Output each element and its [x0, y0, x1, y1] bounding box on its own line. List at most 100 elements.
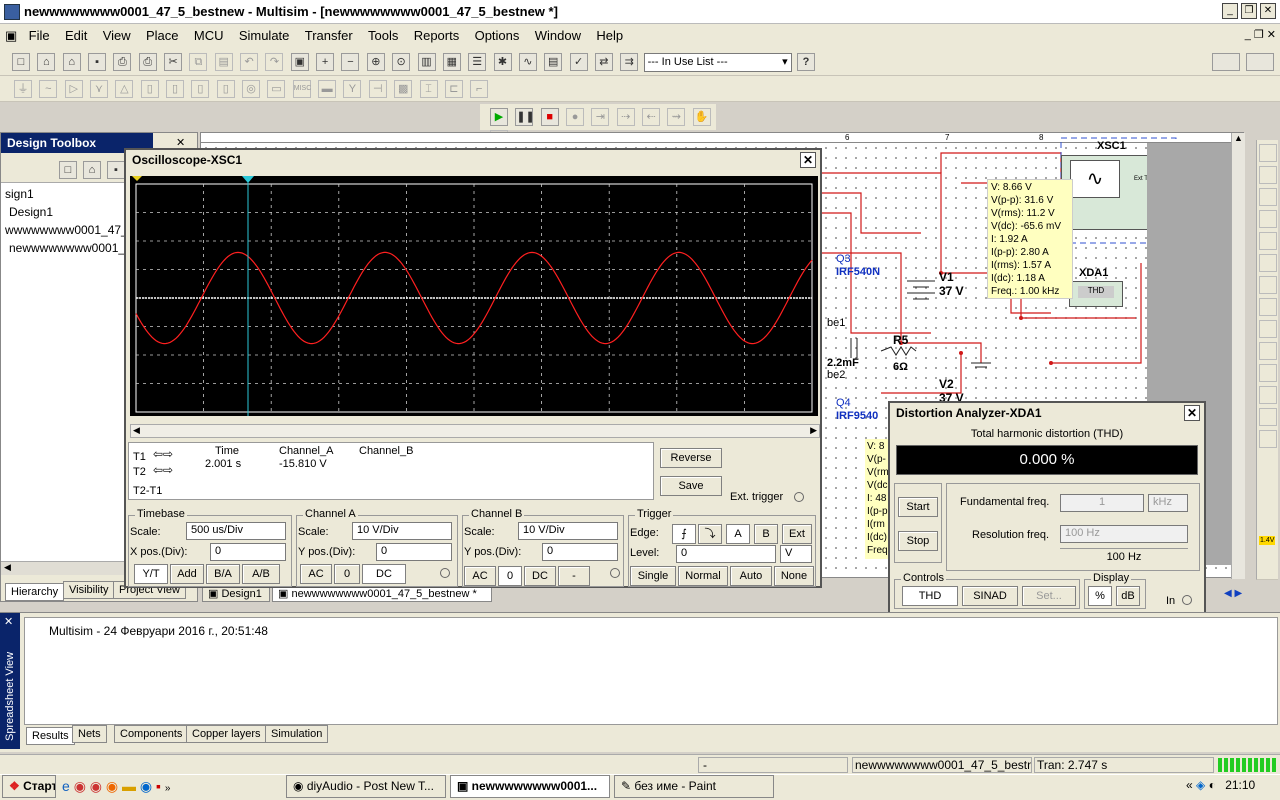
place-source-icon[interactable]: ⏚ [14, 80, 32, 98]
menu-mcu[interactable]: MCU [188, 24, 230, 47]
tab-scroll-arrows[interactable]: ◀ ▶ [1224, 588, 1242, 599]
instrument-panel-icon[interactable] [1246, 53, 1274, 71]
zoom-out-icon[interactable]: − [341, 53, 360, 71]
logic-converter-icon[interactable] [1259, 342, 1277, 360]
place-ttl-icon[interactable]: ▯ [140, 80, 159, 98]
four-channel-scope-icon[interactable] [1259, 232, 1277, 250]
wattmeter-icon[interactable] [1259, 188, 1277, 206]
folder-icon[interactable]: ▬ [122, 778, 136, 794]
menu-help[interactable]: Help [590, 24, 629, 47]
function-generator-icon[interactable] [1259, 166, 1277, 184]
distortion-close-icon[interactable]: ✕ [1184, 405, 1200, 421]
logic-analyzer-icon[interactable] [1259, 320, 1277, 338]
place-advanced-icon[interactable]: ▬ [318, 80, 337, 98]
firefox-icon[interactable]: ◉ [106, 778, 118, 794]
taskbar-item-multisim[interactable]: ▣ newwwwwwww0001... [450, 775, 610, 798]
trigger-normal-button[interactable]: Normal [678, 566, 728, 586]
menu-edit[interactable]: Edit [59, 24, 93, 47]
trigger-b-button[interactable]: B [754, 524, 778, 544]
place-diode-icon[interactable]: ▷ [64, 80, 83, 98]
menu-file[interactable]: File [23, 24, 56, 47]
falling-edge-icon[interactable]: ⤵ [698, 524, 722, 544]
db-button[interactable]: dB [1116, 586, 1140, 606]
pause-icon[interactable]: ❚❚ [515, 108, 535, 126]
stop-button[interactable]: Stop [898, 531, 938, 551]
pdf-icon[interactable]: ▪ [156, 778, 161, 794]
open-sample-icon[interactable]: ⌂ [62, 53, 81, 71]
channel-b-scale-field[interactable]: 10 V/Div [518, 522, 618, 540]
fullscreen-icon[interactable]: ▣ [290, 53, 309, 71]
channel-b-minus-button[interactable]: - [558, 566, 590, 586]
reverse-button[interactable]: Reverse [660, 448, 722, 468]
save-icon[interactable]: ▪ [88, 53, 107, 71]
trigger-single-button[interactable]: Single [630, 566, 676, 586]
minimize-button[interactable]: _ [1222, 3, 1238, 19]
start-button[interactable]: Start [898, 497, 938, 517]
channel-a-dc-button[interactable]: DC [362, 564, 406, 584]
zoom-in-icon[interactable]: + [316, 53, 335, 71]
maximize-button[interactable]: ❐ [1241, 3, 1257, 19]
oscilloscope-icon[interactable] [1259, 210, 1277, 228]
tree-item[interactable]: sign1 [1, 185, 129, 203]
component-wizard-icon[interactable]: ✱ [493, 53, 512, 71]
print-icon[interactable]: ⎙ [113, 53, 132, 71]
place-misc-digital-icon[interactable]: ▯ [191, 80, 210, 98]
t1-arrows[interactable]: ⇦⇨ [153, 447, 173, 461]
spreadsheet-icon[interactable]: ▦ [442, 53, 461, 71]
place-wire-icon[interactable]: ⌐ [470, 80, 489, 98]
place-mcu-icon[interactable]: ▩ [394, 80, 413, 98]
doc-window-controls[interactable]: _ ❐ ✕ [1245, 28, 1276, 41]
oscilloscope-close-icon[interactable]: ✕ [800, 152, 816, 168]
volume-icon[interactable]: ◐ [1209, 778, 1216, 792]
tree-item[interactable]: wwwwwwww0001_47_ [1, 221, 129, 239]
toolbox-new-icon[interactable]: □ [59, 161, 77, 179]
taskbar-item-diyaudio[interactable]: ◉ diyAudio - Post New T... [286, 775, 446, 798]
tray-expand-icon[interactable]: « [1186, 778, 1193, 792]
toggle-breakpoint-icon[interactable]: ✋ [692, 108, 711, 126]
xda1-symbol[interactable]: THD [1069, 281, 1123, 307]
ie-icon[interactable]: e [62, 778, 70, 794]
trigger-a-button[interactable]: A [726, 524, 750, 544]
print-preview-icon[interactable]: ⎙ [138, 53, 157, 71]
canvas-vscroll[interactable]: ▲ [1231, 133, 1245, 579]
xpos-field[interactable]: 0 [210, 543, 286, 561]
input-terminal[interactable] [1182, 595, 1192, 605]
channel-a-ac-button[interactable]: AC [300, 564, 332, 584]
tree-item[interactable]: Design1 [1, 203, 129, 221]
grapher-icon[interactable]: ∿ [518, 53, 537, 71]
step-into-icon[interactable]: ⇥ [591, 108, 610, 126]
trigger-none-button[interactable]: None [774, 566, 814, 586]
chrome2-icon[interactable]: ◉ [90, 778, 102, 794]
place-cmos-icon[interactable]: ▯ [166, 80, 185, 98]
multimeter-icon[interactable] [1259, 144, 1277, 162]
trigger-ext-button[interactable]: Ext [782, 524, 812, 544]
yt-button[interactable]: Y/T [134, 564, 168, 584]
channel-a-scale-field[interactable]: 10 V/Div [352, 522, 452, 540]
erc-icon[interactable]: ✓ [569, 53, 588, 71]
tab-results[interactable]: Results [26, 727, 75, 745]
word-generator-icon[interactable] [1259, 298, 1277, 316]
tab-components[interactable]: Components [114, 725, 189, 743]
t2-arrows[interactable]: ⇦⇨ [153, 463, 173, 477]
counter-icon[interactable] [1259, 276, 1277, 294]
media-icon[interactable]: ◉ [140, 778, 152, 794]
zoom-area-icon[interactable]: ⊕ [366, 53, 385, 71]
network-analyzer-icon[interactable] [1259, 430, 1277, 448]
chrome-icon[interactable]: ◉ [74, 778, 86, 794]
distortion-analyzer-icon[interactable] [1259, 386, 1277, 404]
close-button[interactable]: ✕ [1260, 3, 1276, 19]
menu-transfer[interactable]: Transfer [299, 24, 359, 47]
cut-icon[interactable]: ✂ [164, 53, 183, 71]
tree-item[interactable]: newwwwwwww0001_ [1, 239, 129, 257]
place-misc-icon[interactable]: MISC [292, 80, 311, 98]
menu-reports[interactable]: Reports [408, 24, 466, 47]
spreadsheet-close-icon[interactable]: ✕ [4, 615, 13, 628]
start-button[interactable]: ❖ Старт [2, 775, 56, 798]
taskbar-item-paint[interactable]: ✎ без име - Paint [614, 775, 774, 798]
zoom-fit-icon[interactable]: ⊙ [392, 53, 411, 71]
place-electromech-icon[interactable]: ⊣ [368, 80, 387, 98]
step-out-icon[interactable]: ⇠ [642, 108, 661, 126]
channel-b-terminal[interactable] [610, 568, 620, 578]
ba-button[interactable]: B/A [206, 564, 240, 584]
menu-tools[interactable]: Tools [362, 24, 404, 47]
